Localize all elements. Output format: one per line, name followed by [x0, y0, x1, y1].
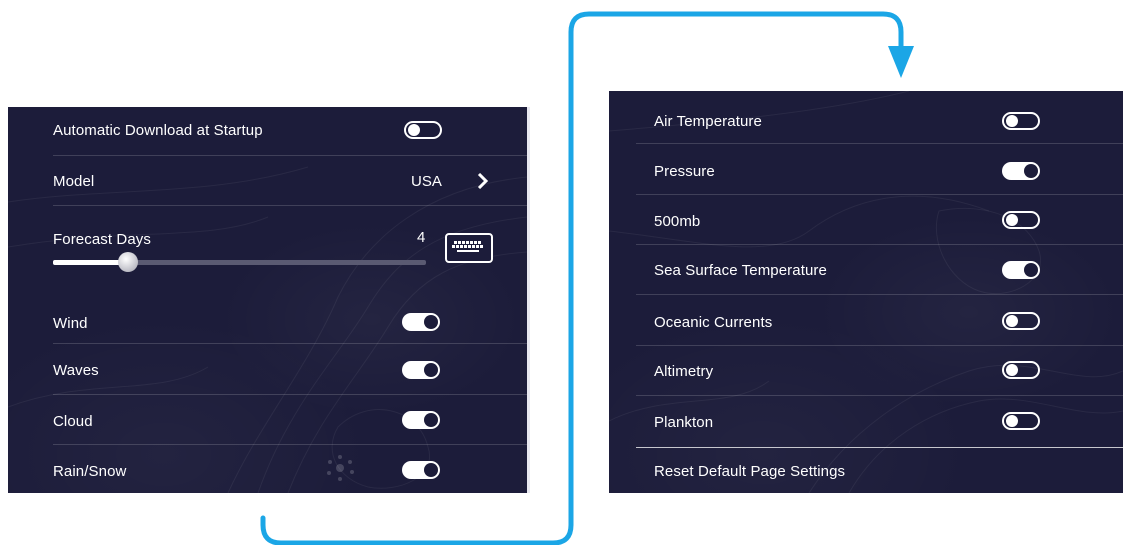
row-altimetry[interactable]: Altimetry — [654, 360, 1123, 382]
plankton-toggle[interactable] — [1002, 412, 1040, 430]
left-settings-panel: Automatic Download at Startup Model USA … — [8, 107, 527, 493]
toggle-knob — [1006, 214, 1018, 226]
plankton-label: Plankton — [654, 413, 714, 431]
divider — [53, 343, 527, 344]
waves-label: Waves — [53, 361, 99, 379]
waves-toggle[interactable] — [402, 361, 440, 379]
forecast-days-slider-fill — [53, 260, 128, 265]
altimetry-toggle[interactable] — [1002, 361, 1040, 379]
row-sea-surface-temperature[interactable]: Sea Surface Temperature — [654, 259, 1123, 281]
oceanic-currents-toggle[interactable] — [1002, 312, 1040, 330]
500mb-toggle[interactable] — [1002, 211, 1040, 229]
divider — [636, 244, 1123, 245]
wind-toggle[interactable] — [402, 313, 440, 331]
cloud-toggle[interactable] — [402, 411, 440, 429]
toggle-knob — [424, 413, 438, 427]
right-settings-panel: Air Temperature Pressure 500mb Sea Surfa… — [609, 91, 1123, 493]
toggle-knob — [424, 463, 438, 477]
divider — [53, 444, 527, 445]
loading-spinner-icon — [327, 455, 354, 481]
auto-download-label: Automatic Download at Startup — [53, 121, 263, 139]
toggle-knob — [424, 315, 438, 329]
rain-snow-toggle[interactable] — [402, 461, 440, 479]
toggle-knob — [1024, 263, 1038, 277]
divider — [636, 345, 1123, 346]
toggle-knob — [1006, 415, 1018, 427]
forecast-days-slider-thumb[interactable] — [117, 252, 138, 272]
toggle-knob — [1006, 364, 1018, 376]
auto-download-toggle[interactable] — [404, 121, 442, 139]
topo-background — [8, 166, 527, 493]
row-air-temperature[interactable]: Air Temperature — [654, 110, 1123, 132]
forecast-days-label: Forecast Days — [53, 230, 151, 248]
row-model[interactable]: Model — [53, 170, 527, 192]
model-value: USA — [411, 173, 442, 190]
divider — [636, 143, 1123, 144]
keyboard-button[interactable] — [445, 233, 493, 263]
panel-edge — [527, 107, 530, 493]
connector-arrowhead — [888, 46, 914, 78]
toggle-knob — [408, 124, 420, 136]
divider — [636, 395, 1123, 396]
section-divider — [636, 447, 1123, 448]
air-temperature-label: Air Temperature — [654, 112, 762, 130]
row-auto-download[interactable]: Automatic Download at Startup — [53, 119, 527, 141]
rain-snow-label: Rain/Snow — [53, 462, 127, 480]
row-wind[interactable]: Wind — [53, 312, 527, 334]
reset-default-page-settings-button[interactable]: Reset Default Page Settings — [654, 460, 1123, 482]
air-temperature-toggle[interactable] — [1002, 112, 1040, 130]
row-rain-snow[interactable]: Rain/Snow — [53, 460, 527, 482]
toggle-knob — [1006, 115, 1018, 127]
500mb-label: 500mb — [654, 212, 701, 230]
divider — [636, 294, 1123, 295]
divider — [636, 194, 1123, 195]
keyboard-icon — [452, 241, 483, 252]
toggle-knob — [424, 363, 438, 377]
row-waves[interactable]: Waves — [53, 359, 527, 381]
wind-label: Wind — [53, 314, 88, 332]
reset-default-page-settings-label: Reset Default Page Settings — [654, 462, 846, 480]
divider — [53, 155, 527, 156]
pressure-label: Pressure — [654, 162, 715, 180]
toggle-knob — [1006, 315, 1018, 327]
cloud-label: Cloud — [53, 412, 93, 430]
model-label: Model — [53, 172, 95, 190]
row-oceanic-currents[interactable]: Oceanic Currents — [654, 311, 1123, 333]
sea-surface-temperature-toggle[interactable] — [1002, 261, 1040, 279]
sea-surface-temperature-label: Sea Surface Temperature — [654, 261, 827, 279]
divider — [53, 205, 527, 206]
row-pressure[interactable]: Pressure — [654, 160, 1123, 182]
pressure-toggle[interactable] — [1002, 162, 1040, 180]
chevron-right-icon[interactable] — [477, 173, 489, 189]
row-500mb[interactable]: 500mb — [654, 210, 1123, 232]
forecast-days-value: 4 — [417, 229, 426, 246]
oceanic-currents-label: Oceanic Currents — [654, 313, 773, 331]
divider — [53, 394, 527, 395]
toggle-knob — [1024, 164, 1038, 178]
altimetry-label: Altimetry — [654, 362, 714, 380]
row-plankton[interactable]: Plankton — [654, 411, 1123, 433]
row-cloud[interactable]: Cloud — [53, 410, 527, 432]
